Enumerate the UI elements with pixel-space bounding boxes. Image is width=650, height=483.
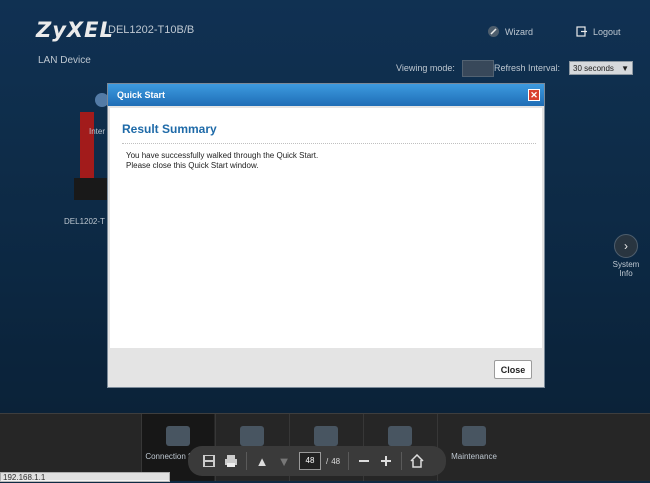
divider bbox=[122, 143, 536, 144]
next-page-icon[interactable]: ▼ bbox=[273, 450, 295, 472]
quick-start-dialog: Quick Start ✕ Result Summary You have su… bbox=[107, 83, 545, 388]
total-pages: 48 bbox=[331, 456, 341, 466]
dialog-title: Quick Start bbox=[117, 90, 166, 100]
dialog-footer: Close bbox=[108, 350, 544, 387]
toolbar-separator bbox=[348, 452, 350, 470]
save-icon[interactable] bbox=[198, 450, 220, 472]
home-icon[interactable] bbox=[406, 450, 428, 472]
close-instruction: Please close this Quick Start window. bbox=[126, 161, 259, 170]
pdf-viewer-toolbar: ▲ ▼ 48 / 48 bbox=[188, 446, 446, 476]
result-summary-heading: Result Summary bbox=[122, 122, 217, 136]
toolbar-separator bbox=[246, 452, 247, 470]
dialog-titlebar: Quick Start ✕ bbox=[108, 84, 544, 106]
dialog-body: Result Summary You have successfully wal… bbox=[110, 108, 542, 348]
zoom-out-icon[interactable] bbox=[353, 450, 375, 472]
previous-page-icon[interactable]: ▲ bbox=[251, 450, 273, 472]
zoom-in-icon[interactable] bbox=[375, 450, 397, 472]
page-number-input[interactable]: 48 bbox=[299, 452, 321, 470]
close-button[interactable]: Close bbox=[494, 360, 532, 379]
toolbar-separator bbox=[401, 452, 403, 470]
print-icon[interactable] bbox=[220, 450, 242, 472]
page-separator: / bbox=[326, 456, 329, 466]
success-message: You have successfully walked through the… bbox=[126, 151, 319, 160]
close-icon[interactable]: ✕ bbox=[528, 89, 540, 101]
